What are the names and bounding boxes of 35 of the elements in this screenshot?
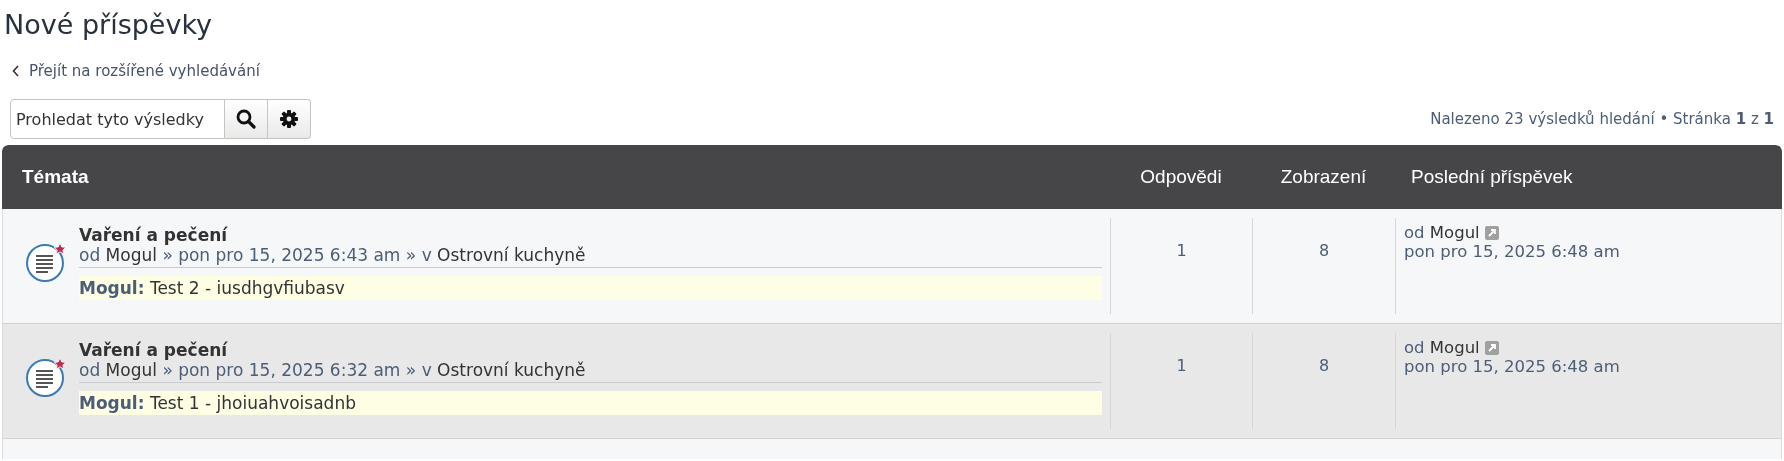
topic-title[interactable]: Vaření a pečení [79, 340, 1102, 360]
views-count: 8 [1253, 218, 1396, 314]
column-header: Témata [21, 166, 90, 188]
forum-link[interactable]: Ostrovní kuchyně [437, 245, 586, 265]
topic-title[interactable]: Vaření a pečení [79, 225, 1102, 245]
author-link[interactable]: Mogul [105, 245, 157, 265]
pagination-info: Nalezeno 23 výsledků hledání • Stránka 1 z 1 [1430, 110, 1774, 128]
last-post-author: od Mogul [1404, 223, 1480, 242]
settings-icon [280, 110, 298, 128]
column-header: Poslední příspěvek [1410, 166, 1574, 188]
settings-button[interactable] [268, 99, 311, 139]
replies-count: 1 [1111, 218, 1253, 314]
author-link[interactable]: Mogul [1429, 338, 1480, 357]
page-title: Nové příspěvky [4, 8, 214, 42]
author-link[interactable]: Mogul [105, 360, 157, 380]
author-link[interactable]: Mogul [1429, 223, 1480, 242]
post-preview: Mogul: Test 2 - iusdhgvfiubasv [79, 276, 1102, 300]
search-button[interactable] [225, 99, 268, 139]
search-icon [236, 109, 256, 129]
post-preview: Mogul: Test 1 - jhoiuahvoisadnb [79, 391, 1102, 415]
advanced-search-link[interactable]: Přejít na rozšířené vyhledávání [12, 62, 260, 80]
column-header: Odpovědi [1139, 166, 1223, 188]
last-post-time: pon pro 15, 2025 6:48 am [1404, 357, 1621, 376]
chevron-left-icon [12, 65, 20, 77]
last-post-author: od Mogul [1404, 338, 1480, 357]
topic-meta: od Mogul » pon pro 15, 2025 6:43 am » v Ostrovní kuchyně [79, 245, 1102, 268]
last-post-time: pon pro 15, 2025 6:48 am [1404, 242, 1621, 261]
forum-link[interactable]: Ostrovní kuchyně [437, 360, 586, 380]
column-header: Zobrazení [1279, 166, 1368, 188]
goto-post-icon[interactable] [1484, 340, 1499, 355]
topic-meta: od Mogul » pon pro 15, 2025 6:32 am » v Ostrovní kuchyně [79, 360, 1102, 383]
replies-count: 1 [1111, 333, 1253, 429]
goto-post-icon[interactable] [1484, 225, 1499, 240]
search-field[interactable]: Prohledat tyto výsledky [10, 99, 225, 139]
views-count: 8 [1253, 333, 1396, 429]
